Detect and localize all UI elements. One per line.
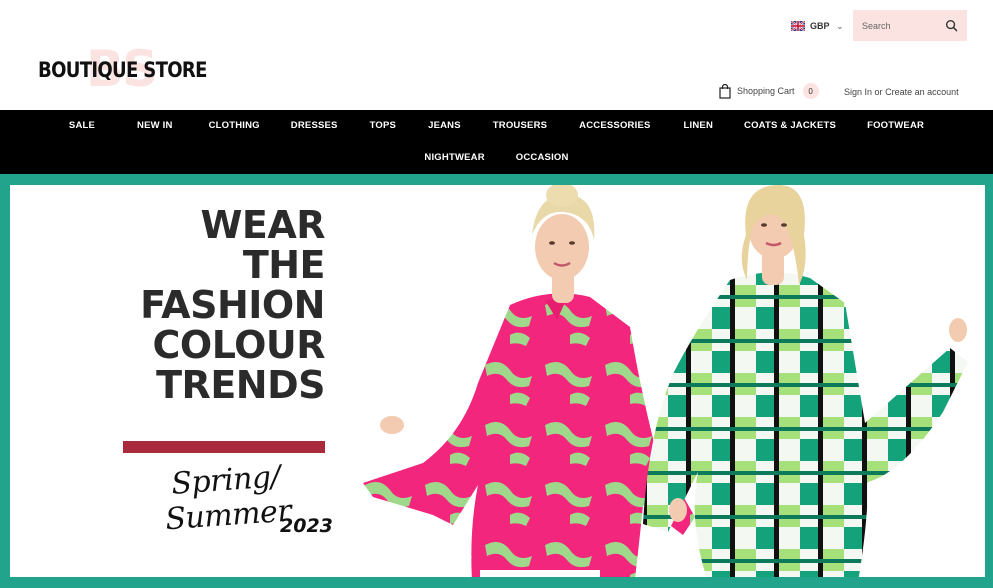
nav-item-trousers[interactable]: TROUSERS bbox=[493, 120, 547, 132]
search-box bbox=[853, 10, 967, 41]
currency-selector[interactable]: GBP ⌄ bbox=[791, 18, 843, 34]
sign-in-link[interactable]: Sign In bbox=[844, 87, 872, 97]
nav-item-coats-and-jackets[interactable]: COATS & JACKETS bbox=[744, 120, 836, 132]
nav-item-clothing[interactable]: CLOTHING bbox=[209, 120, 260, 132]
logo-text: BOUTIQUE STORE bbox=[38, 58, 207, 82]
uk-flag-icon bbox=[791, 21, 805, 31]
nav-item-footwear[interactable]: FOOTWEAR bbox=[867, 120, 924, 132]
red-divider-bar bbox=[123, 441, 325, 453]
page: BS BOUTIQUE STORE GBP ⌄ Search Shopping … bbox=[0, 0, 993, 588]
account-links: Sign In or Create an account bbox=[844, 87, 959, 97]
nav-item-accessories[interactable]: ACCESSORIES bbox=[579, 120, 650, 132]
nav-item-jeans[interactable]: JEANS bbox=[428, 120, 461, 132]
hero-headline: WEAR THE FASHION COLOUR TRENDS bbox=[70, 205, 325, 405]
headline-line: THE bbox=[242, 243, 326, 287]
store-logo[interactable]: BS BOUTIQUE STORE bbox=[38, 40, 208, 100]
search-icon[interactable] bbox=[945, 19, 958, 32]
hero-panel: WEAR THE FASHION COLOUR TRENDS Spring/ S… bbox=[10, 185, 985, 577]
nav-item-tops[interactable]: TOPS bbox=[370, 120, 397, 132]
create-account-link[interactable]: Create an account bbox=[885, 87, 959, 97]
nav-row-primary: SALE NEW IN CLOTHING DRESSES TOPS JEANS TROUSE… bbox=[0, 120, 993, 132]
currency-label: GBP bbox=[810, 21, 830, 31]
account-or-text: or bbox=[874, 87, 883, 97]
season-year: 2023 bbox=[280, 515, 333, 537]
hero-banner[interactable]: WEAR THE FASHION COLOUR TRENDS Spring/ S… bbox=[0, 174, 993, 588]
nav-item-occasion[interactable]: OCCASION bbox=[516, 152, 569, 164]
cart-label: Shopping Cart bbox=[737, 86, 795, 96]
chevron-down-icon: ⌄ bbox=[836, 21, 844, 31]
headline-line: WEAR bbox=[200, 203, 325, 247]
nav-item-nightwear[interactable]: NIGHTWEAR bbox=[424, 152, 484, 164]
search-input[interactable] bbox=[862, 20, 942, 31]
headline-line: FASHION bbox=[140, 283, 325, 327]
nav-item-sale[interactable]: SALE bbox=[69, 120, 95, 132]
nav-item-linen[interactable]: LINEN bbox=[684, 120, 714, 132]
main-navigation: SALE NEW IN CLOTHING DRESSES TOPS JEANS TROUSE… bbox=[0, 110, 993, 174]
headline-line: TRENDS bbox=[156, 363, 325, 407]
nav-item-new-in[interactable]: NEW IN bbox=[137, 120, 173, 132]
cart-count-badge: 0 bbox=[802, 83, 819, 99]
models-photo bbox=[363, 185, 968, 577]
site-header: BS BOUTIQUE STORE GBP ⌄ Search Shopping … bbox=[0, 0, 993, 110]
shopping-bag-icon bbox=[719, 83, 731, 99]
shopping-cart-link[interactable]: Shopping Cart 0 bbox=[719, 83, 819, 99]
nav-row-secondary: NIGHTWEAR OCCASION bbox=[0, 152, 993, 164]
headline-line: COLOUR bbox=[152, 323, 326, 367]
nav-item-dresses[interactable]: DRESSES bbox=[291, 120, 338, 132]
